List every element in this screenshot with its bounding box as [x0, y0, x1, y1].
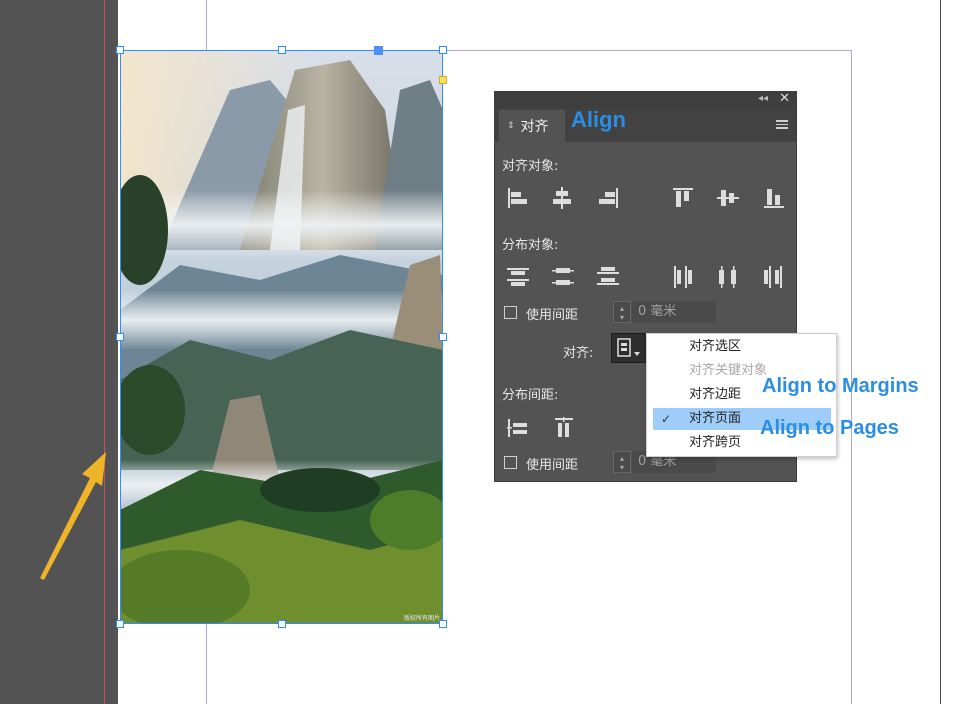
- handle-middle-left[interactable]: [116, 333, 124, 341]
- align-bottom-edges-icon[interactable]: [761, 185, 787, 211]
- distribute-vertical-centers-icon[interactable]: [550, 264, 576, 290]
- handle-bottom-left[interactable]: [116, 620, 124, 628]
- use-spacing-label-2: 使用间距: [526, 458, 579, 473]
- tab-align[interactable]: ⇕ 对齐: [499, 110, 565, 142]
- spacing-stepper-2[interactable]: ▴ ▾: [613, 451, 631, 473]
- margin-guide-top: [443, 50, 852, 51]
- align-objects-label: 对齐对象:: [502, 159, 559, 174]
- spacing-value-1[interactable]: 0 毫米: [632, 301, 716, 323]
- align-to-dropdown-button[interactable]: [611, 333, 647, 363]
- spacing-stepper-1[interactable]: ▴ ▾: [613, 301, 631, 323]
- distribute-right-edges-icon[interactable]: [761, 264, 787, 290]
- distribute-vertical-space-icon[interactable]: [551, 415, 577, 441]
- use-spacing-label-1: 使用间距: [526, 308, 579, 323]
- menu-item-align-to-selection[interactable]: 对齐选区: [653, 336, 831, 358]
- align-left-edges-icon[interactable]: [505, 185, 531, 211]
- distribute-bottom-edges-icon[interactable]: [595, 264, 621, 290]
- close-icon[interactable]: ✕: [779, 91, 790, 106]
- distribute-horizontal-centers-icon[interactable]: [715, 264, 741, 290]
- handle-middle-right[interactable]: [439, 333, 447, 341]
- align-to-label: 对齐:: [563, 346, 594, 361]
- panel-titlebar[interactable]: ◂◂ ✕: [495, 91, 796, 108]
- tab-align-label: 对齐: [520, 119, 549, 135]
- align-horizontal-centers-icon[interactable]: [549, 185, 575, 211]
- distribute-horizontal-space-icon[interactable]: [505, 415, 531, 441]
- handle-bottom-middle[interactable]: [278, 620, 286, 628]
- panel-tab-strip: ⇕ 对齐: [495, 108, 796, 142]
- annotation-align: Align: [571, 107, 626, 132]
- annotation-arrow-icon: [30, 440, 110, 589]
- align-top-edges-icon[interactable]: [670, 185, 696, 211]
- corner-options-handle[interactable]: [439, 76, 447, 84]
- page-edge: [940, 0, 941, 704]
- panel-menu-icon[interactable]: [776, 120, 788, 131]
- distribute-objects-label: 分布对象:: [502, 238, 559, 253]
- pasteboard: [0, 0, 118, 704]
- image-watermark: 版权所有图片: [404, 615, 441, 622]
- handle-top-right[interactable]: [439, 46, 447, 54]
- distribute-left-edges-icon[interactable]: [670, 264, 696, 290]
- handle-reference-point[interactable]: [374, 46, 383, 55]
- distribute-top-edges-icon[interactable]: [505, 264, 531, 290]
- use-spacing-checkbox-1[interactable]: [504, 306, 517, 319]
- distribute-spacing-label: 分布间距:: [502, 388, 559, 403]
- placed-landscape-image[interactable]: [120, 50, 443, 624]
- annotation-align-to-margins: Align to Margins: [762, 375, 919, 397]
- handle-top-left[interactable]: [116, 46, 124, 54]
- updown-icon: ⇕: [507, 121, 515, 131]
- align-vertical-centers-icon[interactable]: [715, 185, 741, 211]
- bleed-guide: [104, 0, 105, 704]
- handle-top-middle[interactable]: [278, 46, 286, 54]
- use-spacing-checkbox-2[interactable]: [504, 456, 517, 469]
- annotation-align-to-pages: Align to Pages: [760, 417, 899, 439]
- align-right-edges-icon[interactable]: [595, 185, 621, 211]
- collapse-icon[interactable]: ◂◂: [758, 93, 768, 104]
- handle-bottom-right[interactable]: [439, 620, 447, 628]
- checkmark-icon: ✓: [661, 412, 672, 426]
